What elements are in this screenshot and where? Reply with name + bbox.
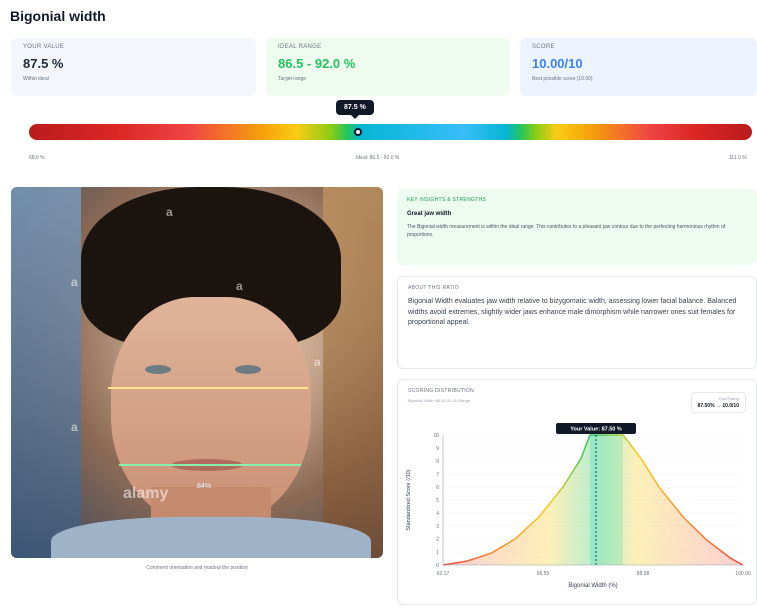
y-tick-label: 5 xyxy=(436,498,439,504)
bigonial-line xyxy=(119,464,301,466)
watermark: a xyxy=(166,205,173,219)
stat-label: SCORE xyxy=(532,44,555,50)
stat-value: 87.5 % xyxy=(23,56,64,71)
y-tick-label: 6 xyxy=(436,485,439,491)
bizygomatic-line xyxy=(108,387,308,389)
x-tick-label: 62.17 xyxy=(437,571,450,577)
watermark: a xyxy=(314,355,321,369)
right-eye xyxy=(235,365,261,374)
slider-ideal-label: Ideal: 86.5 - 92.0 % xyxy=(356,155,400,161)
x-tick-label: 88.08 xyxy=(637,571,650,577)
rating-box: Your Rating 87.50% → 10.0/10 xyxy=(690,392,746,413)
insight-title: Great jaw width xyxy=(407,211,452,217)
stat-label: IDEAL RANGE xyxy=(278,44,322,50)
y-tick-label: 4 xyxy=(436,511,439,517)
value-marker xyxy=(354,128,362,136)
y-axis-label: Standardized Score (/10) xyxy=(406,469,412,530)
range-slider: 87.5 % 68.0 % Ideal: 86.5 - 92.0 % 111.0… xyxy=(11,100,757,172)
insight-card: KEY INSIGHTS & STRENGTHS Great jaw width… xyxy=(397,189,757,265)
stat-sub: Best possible score (10.00) xyxy=(532,76,593,82)
rating-label: Your Rating xyxy=(718,396,739,401)
photo-caption: Comment orientation and readout the posi… xyxy=(146,565,248,571)
shirt-region xyxy=(51,517,371,558)
photo-background xyxy=(11,187,81,558)
left-eye xyxy=(145,365,171,374)
y-tick-label: 2 xyxy=(436,537,439,543)
y-tick-label: 9 xyxy=(436,446,439,452)
gradient-bar xyxy=(29,124,752,140)
about-card: ABOUT THIS RATIO Bigonial Width evaluate… xyxy=(397,276,757,369)
distribution-chart: 0 1 2 3 4 5 6 7 8 9 10 Your Value: 87.50 % 62.17 66.5… xyxy=(406,423,751,589)
y-tick-label: 3 xyxy=(436,524,439,530)
x-tick-label: 66.55 xyxy=(537,571,550,577)
face-photo: 84% a a a a a alamy xyxy=(11,187,383,558)
your-value-card: YOUR VALUE 87.5 % Within ideal xyxy=(11,38,256,96)
insight-heading: KEY INSIGHTS & STRENGTHS xyxy=(407,197,487,203)
y-tick-label: 8 xyxy=(436,459,439,465)
insight-body: The Bigonial width measurement is within… xyxy=(407,224,726,238)
y-tick-label: 0 xyxy=(436,563,439,569)
measure-label: 84% xyxy=(197,483,212,490)
your-value-label: Your Value: 87.50 % xyxy=(570,427,622,433)
stat-value: 10.00/10 xyxy=(532,56,583,71)
y-tick-label: 7 xyxy=(436,472,439,478)
about-body: Bigonial Width evaluates jaw width relat… xyxy=(408,298,737,326)
rating-value: 87.50% → 10.0/10 xyxy=(697,403,739,409)
stat-label: YOUR VALUE xyxy=(23,44,65,50)
watermark: a xyxy=(236,279,243,293)
page-title: Bigonial width xyxy=(10,8,106,24)
y-tick-label: 1 xyxy=(436,550,439,556)
stat-sub: Target range xyxy=(278,76,307,82)
y-tick-label: 10 xyxy=(433,433,439,439)
x-tick-label: 100.00 xyxy=(735,571,751,577)
watermark: a xyxy=(71,420,78,434)
score-card: SCORE 10.00/10 Best possible score (10.0… xyxy=(520,38,757,96)
watermark: alamy xyxy=(123,485,169,502)
stat-sub: Within ideal xyxy=(23,76,49,82)
distribution-card: SCORING DISTRIBUTION Bigonial Width: 86.… xyxy=(397,379,757,605)
watermark: a xyxy=(71,275,78,289)
about-heading: ABOUT THIS RATIO xyxy=(408,285,459,291)
x-axis-label: Bigonial Width (%) xyxy=(568,583,617,589)
value-tooltip: 87.5 % xyxy=(336,100,374,119)
stat-value: 86.5 - 92.0 % xyxy=(278,56,356,71)
slider-max-label: 111.0 % xyxy=(729,155,747,161)
ideal-range-card: IDEAL RANGE 86.5 - 92.0 % Target range xyxy=(266,38,510,96)
slider-min-label: 68.0 % xyxy=(29,155,45,161)
